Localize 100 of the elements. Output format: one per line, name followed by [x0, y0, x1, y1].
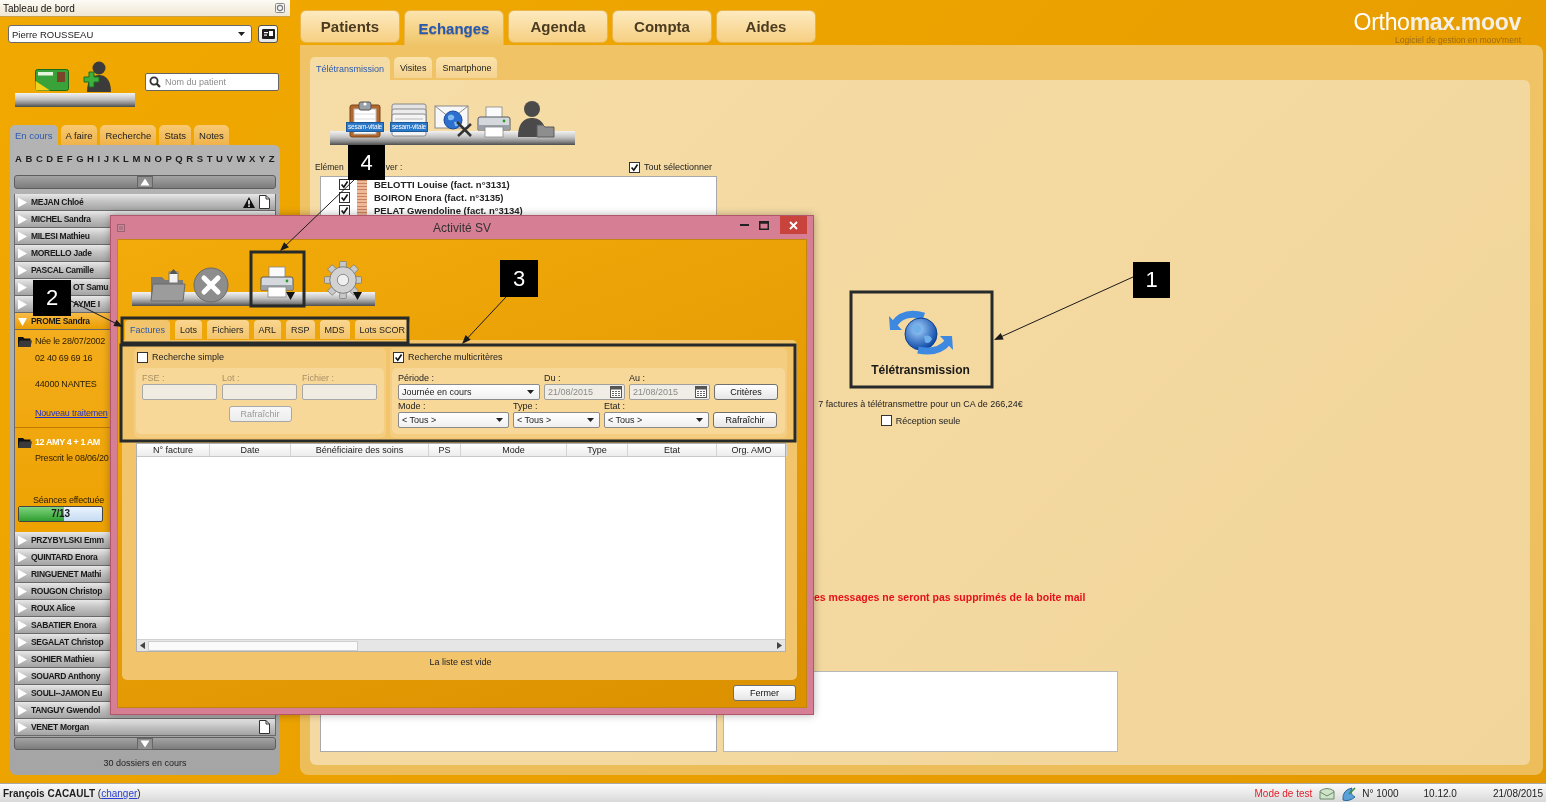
new-treatment-link[interactable]: Nouveau traitemen: [35, 407, 108, 419]
checkbox[interactable]: [628, 161, 640, 173]
input-field[interactable]: [302, 384, 377, 400]
checkbox[interactable]: [393, 351, 404, 363]
alphabet-letter[interactable]: Q: [175, 152, 183, 164]
patient-row[interactable]: MEJAN Chloé: [14, 194, 276, 211]
alphabet-letter[interactable]: I: [97, 152, 101, 164]
criteria-button[interactable]: Critères: [714, 384, 778, 400]
document-icon[interactable]: [259, 195, 270, 209]
card-button[interactable]: [258, 25, 278, 43]
checkbox[interactable]: [880, 415, 892, 426]
invoice-item[interactable]: BELOTTI Louise (fact. n°3131): [374, 179, 510, 190]
alphabet-letter[interactable]: E: [56, 152, 64, 164]
scroll-up-button[interactable]: [14, 175, 276, 189]
tab[interactable]: Recherche: [100, 125, 157, 145]
alphabet-letter[interactable]: F: [66, 152, 73, 164]
alphabet-letter[interactable]: O: [154, 152, 162, 164]
checkbox[interactable]: [137, 351, 148, 363]
alphabet-letter[interactable]: U: [216, 152, 223, 164]
triangle-left-icon[interactable]: [140, 642, 145, 649]
alphabet-letter[interactable]: P: [165, 152, 172, 164]
column-header[interactable]: Type: [567, 444, 628, 456]
search-field[interactable]: Nom du patient: [145, 72, 279, 91]
sub-tab[interactable]: Visites: [394, 57, 433, 78]
horizontal-scrollbar[interactable]: [137, 639, 785, 651]
health-card-icon[interactable]: [35, 67, 69, 92]
tab[interactable]: ARL: [253, 320, 282, 339]
invoice-item[interactable]: PELAT Gwendoline (fact. n°3134): [374, 205, 523, 216]
checkbox[interactable]: [339, 192, 350, 203]
triangle-right-icon[interactable]: [777, 642, 782, 649]
striped-swatch-icon: [357, 191, 367, 204]
alphabet-letter[interactable]: L: [123, 152, 129, 164]
main-tab[interactable]: Echanges: [404, 10, 504, 45]
satellite-dish-icon[interactable]: [1341, 785, 1358, 801]
tab[interactable]: RSP: [286, 320, 315, 339]
main-tab[interactable]: Patients: [300, 10, 400, 43]
column-header[interactable]: Etat: [628, 444, 717, 456]
tab[interactable]: Stats: [159, 125, 192, 145]
column-header[interactable]: Org. AMO: [717, 444, 787, 456]
alphabet-letter[interactable]: X: [249, 152, 256, 164]
tab[interactable]: Factures: [125, 320, 170, 340]
maximize-icon: [759, 220, 769, 230]
teletransmission-button[interactable]: Télétransmission: [854, 296, 987, 383]
sub-tab[interactable]: Télétransmission: [310, 57, 391, 80]
close-dialog-button[interactable]: Fermer: [733, 685, 796, 701]
globe-arrows-icon: [887, 308, 954, 356]
patient-row[interactable]: VENET Morgan: [14, 719, 276, 736]
square-ring-icon[interactable]: [275, 3, 285, 13]
scrollbar-thumb[interactable]: [148, 640, 358, 651]
main-tab[interactable]: Aides: [716, 10, 816, 43]
alphabet-letter[interactable]: G: [76, 152, 84, 164]
alphabet-letter[interactable]: A: [15, 152, 22, 164]
alphabet-letter[interactable]: M: [132, 152, 141, 164]
checkbox[interactable]: [339, 179, 350, 190]
input-field[interactable]: [222, 384, 297, 400]
alphabet-letter[interactable]: W: [236, 152, 246, 164]
close-button[interactable]: [780, 216, 807, 234]
alphabet-letter[interactable]: R: [186, 152, 194, 164]
invoice-item[interactable]: BOIRON Enora (fact. n°3135): [374, 192, 504, 203]
column-header[interactable]: N° facture: [137, 444, 210, 456]
alphabet-letter[interactable]: D: [46, 152, 54, 164]
alphabet-letter[interactable]: Y: [258, 152, 266, 164]
tab[interactable]: Fichiers: [207, 320, 249, 339]
alphabet-letter[interactable]: K: [112, 152, 120, 164]
main-tab[interactable]: Compta: [612, 10, 712, 43]
column-header[interactable]: Mode: [461, 444, 567, 456]
envelope-icon[interactable]: [1319, 786, 1336, 800]
checkbox-label: Tout sélectionner: [643, 162, 712, 172]
tab[interactable]: A faire: [60, 125, 98, 145]
field-label: Fichier :: [302, 372, 335, 384]
tab[interactable]: Notes: [194, 125, 229, 145]
alphabet-letter[interactable]: V: [226, 152, 233, 164]
alphabet-letter[interactable]: B: [25, 152, 33, 164]
alphabet-letter[interactable]: H: [87, 152, 94, 164]
alphabet-letter[interactable]: C: [35, 152, 43, 164]
column-header[interactable]: Bénéficiaire des soins: [291, 444, 429, 456]
search-icon: [149, 75, 161, 88]
refresh-button[interactable]: Rafraîchir: [713, 412, 777, 428]
user-select[interactable]: Pierre ROUSSEAU: [8, 25, 252, 43]
dropdown[interactable]: < Tous >: [398, 412, 509, 428]
tab[interactable]: MDS: [319, 320, 350, 339]
column-header[interactable]: Date: [210, 444, 291, 456]
alphabet-letter[interactable]: J: [103, 152, 110, 164]
alphabet-letter[interactable]: T: [206, 152, 213, 164]
main-tab[interactable]: Agenda: [508, 10, 608, 43]
dropdown[interactable]: < Tous >: [604, 412, 709, 428]
number-label: N° 1000: [1362, 787, 1399, 799]
sub-tab[interactable]: Smartphone: [436, 57, 498, 78]
alphabet-letter[interactable]: N: [144, 152, 151, 164]
document-icon[interactable]: [259, 720, 270, 734]
input-field[interactable]: [142, 384, 217, 400]
dropdown[interactable]: < Tous >: [513, 412, 600, 428]
tab[interactable]: Lots: [175, 320, 203, 339]
alphabet-letter[interactable]: S: [196, 152, 204, 164]
toolbar-button[interactable]: [515, 100, 555, 138]
alphabet-letter[interactable]: Z: [268, 152, 275, 164]
patient-name: MICHEL Sandra: [31, 214, 91, 224]
column-header[interactable]: PS: [429, 444, 461, 456]
dropdown[interactable]: Journée en cours: [398, 384, 540, 400]
add-person-icon[interactable]: [81, 59, 111, 92]
